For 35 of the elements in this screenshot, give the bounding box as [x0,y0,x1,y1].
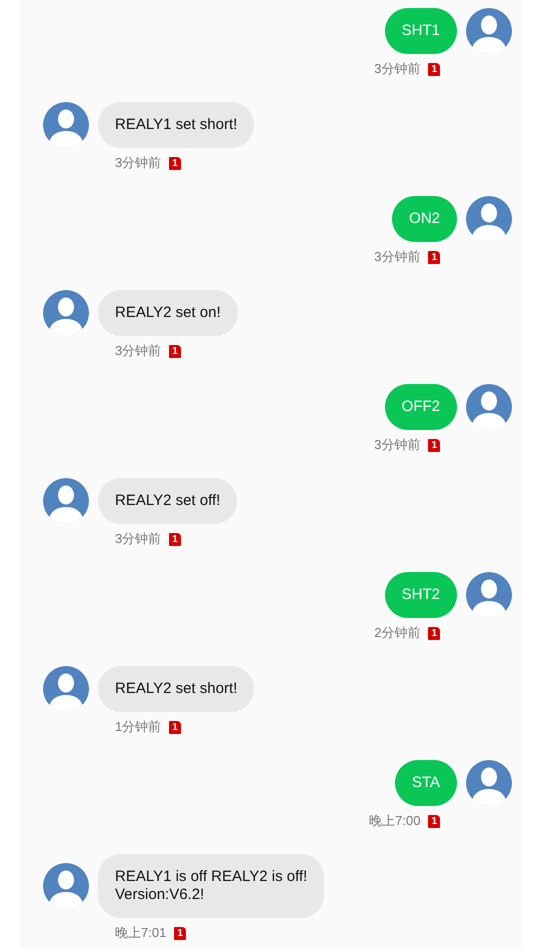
message-time: 1分钟前 [115,718,162,736]
message-bubble[interactable]: REALY1 set short! [98,102,254,148]
sim-badge: 1 [428,62,440,76]
sim-badge: 1 [428,814,440,828]
message-time: 3分钟前 [374,436,420,454]
avatar-icon[interactable] [43,290,89,336]
avatar-icon[interactable] [466,572,512,618]
avatar-icon[interactable] [466,384,512,430]
avatar-icon[interactable] [43,478,89,524]
sim-badge: 1 [169,532,181,546]
sim-badge: 1 [428,438,440,452]
sim-badge: 1 [428,626,440,640]
message-time: 3分钟前 [374,248,420,266]
message-time: 晚上7:00 [369,812,420,830]
message-bubble[interactable]: REALY2 set on! [98,290,238,336]
avatar-icon[interactable] [466,8,512,54]
avatar-icon[interactable] [43,102,89,148]
message-bubble[interactable]: REALY2 set short! [98,666,254,712]
sim-badge: 1 [169,156,181,170]
avatar-icon[interactable] [43,666,89,712]
avatar-icon[interactable] [43,863,89,909]
sim-badge: 1 [169,344,181,358]
sim-badge: 1 [169,720,181,734]
avatar-icon[interactable] [466,196,512,242]
message-time: 3分钟前 [115,530,162,548]
message-time: 3分钟前 [115,342,162,360]
message-time: 2分钟前 [374,624,420,642]
sim-badge: 1 [428,250,440,264]
message-time: 晚上7:01 [115,924,166,942]
message-time: 3分钟前 [115,154,162,172]
message-time: 3分钟前 [374,60,420,78]
avatar-icon[interactable] [466,760,512,806]
sim-badge: 1 [174,926,186,940]
message-bubble[interactable]: REALY1 is off REALY2 is off! Version:V6.2! [98,854,324,918]
message-bubble[interactable]: REALY2 set off! [98,478,238,524]
